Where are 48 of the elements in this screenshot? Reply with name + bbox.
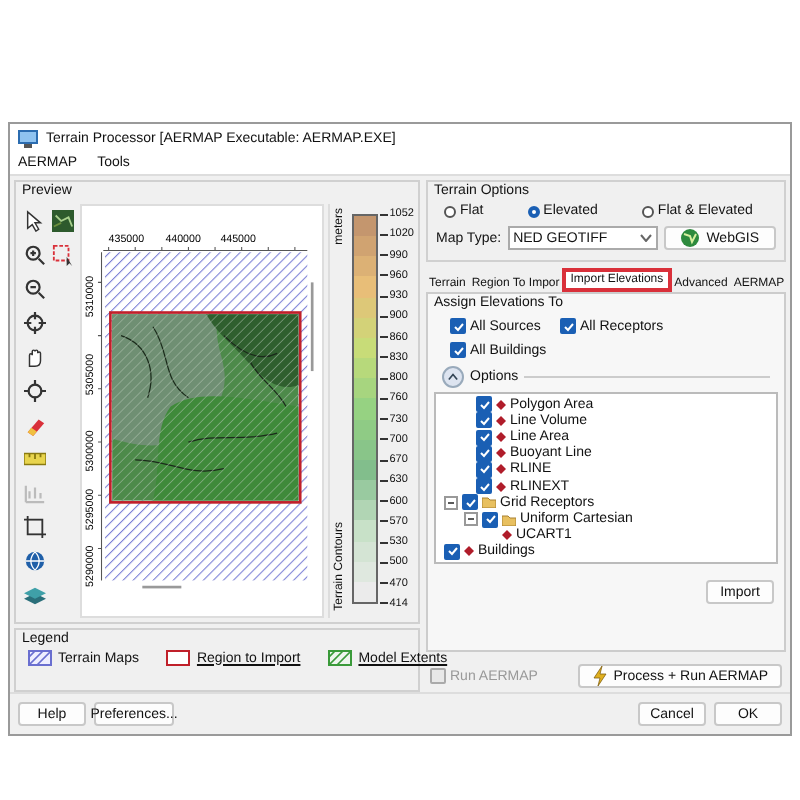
checkbox[interactable] bbox=[476, 429, 492, 445]
radio-button[interactable] bbox=[444, 205, 456, 217]
minus-icon bbox=[448, 499, 454, 506]
globe-icon[interactable] bbox=[23, 550, 45, 572]
radio-button[interactable] bbox=[527, 205, 540, 217]
globe-icon bbox=[680, 228, 701, 248]
checkbox[interactable] bbox=[476, 412, 492, 429]
check-icon bbox=[447, 546, 457, 557]
chevron-up-icon bbox=[448, 372, 458, 382]
check-icon bbox=[453, 321, 463, 331]
checkbox[interactable] bbox=[482, 511, 498, 528]
radio-button[interactable] bbox=[641, 205, 654, 217]
expander[interactable] bbox=[444, 495, 458, 510]
scrollbar-thumb[interactable] bbox=[310, 282, 314, 372]
checkbox[interactable] bbox=[462, 494, 478, 511]
checkbox[interactable] bbox=[444, 543, 460, 560]
target-icon[interactable] bbox=[23, 380, 45, 402]
checkbox[interactable] bbox=[476, 478, 492, 495]
zoom-in-icon[interactable] bbox=[23, 244, 45, 266]
checkbox[interactable] bbox=[476, 461, 492, 478]
legend-swatch bbox=[166, 650, 191, 666]
zoom-out-icon[interactable] bbox=[23, 278, 45, 300]
crosshair-icon[interactable] bbox=[23, 312, 45, 334]
checkbox[interactable] bbox=[476, 445, 492, 462]
checkbox[interactable] bbox=[450, 318, 466, 334]
ruler-icon[interactable] bbox=[23, 448, 45, 470]
diamond-icon bbox=[464, 546, 474, 557]
check-icon bbox=[453, 345, 463, 355]
region-select-icon[interactable] bbox=[51, 244, 73, 266]
check-icon bbox=[563, 321, 573, 331]
pointer-icon[interactable] bbox=[23, 210, 45, 232]
lightning-icon bbox=[591, 666, 608, 686]
expander[interactable] bbox=[464, 512, 478, 527]
scrollbar-thumb[interactable] bbox=[142, 585, 182, 589]
hand-icon[interactable] bbox=[23, 346, 45, 368]
checkbox[interactable] bbox=[450, 342, 466, 358]
diamond-icon bbox=[502, 530, 512, 541]
checkbox[interactable] bbox=[560, 318, 576, 334]
eraser-icon[interactable] bbox=[23, 414, 45, 436]
map-thumbnail-icon[interactable] bbox=[51, 210, 73, 232]
legend-swatch bbox=[328, 650, 353, 666]
minus-icon bbox=[468, 516, 474, 523]
chevron-down-icon bbox=[639, 234, 652, 242]
checkbox[interactable] bbox=[476, 396, 492, 413]
collapse-button[interactable] bbox=[442, 366, 464, 388]
layers-icon[interactable] bbox=[23, 584, 45, 606]
app-icon bbox=[18, 128, 38, 148]
legend-swatch bbox=[28, 650, 52, 666]
